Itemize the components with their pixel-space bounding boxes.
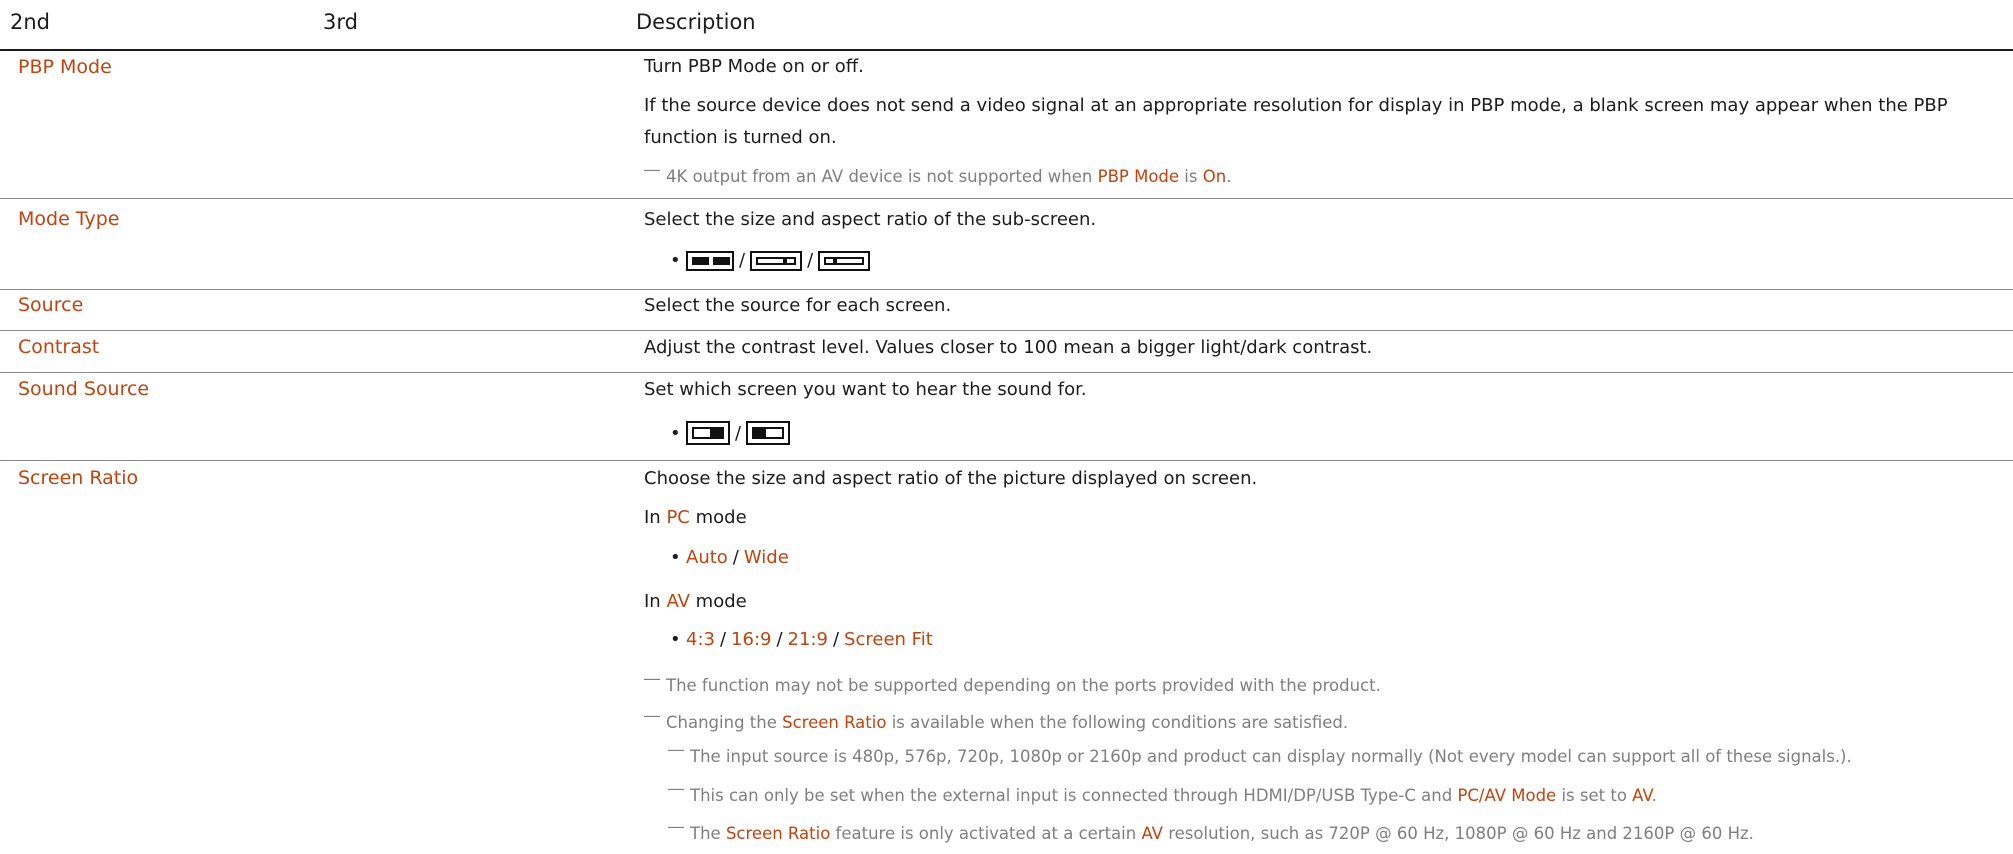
screen-ratio-subnote-2: ― This can only be set when the external … (668, 779, 1657, 805)
pc-link[interactable]: PC (666, 507, 689, 528)
screen-ratio-desc: Choose the size and aspect ratio of the … (644, 468, 1258, 489)
pbp-mode-desc: Turn PBP Mode on or off. (644, 56, 864, 77)
screen-ratio-subnote-1: ― The input source is 480p, 576p, 720p, 1… (668, 740, 1852, 766)
source-desc: Select the source for each screen. (644, 295, 952, 316)
option-wide[interactable]: Wide (744, 547, 789, 568)
av-mode-options: • 4:3 / 16:9 / 21:9 / Screen Fit (670, 629, 933, 650)
pc-mode-options: • Auto / Wide (670, 547, 789, 568)
screen-ratio-note-1: ― The function may not be supported depen… (644, 669, 1381, 695)
column-header-2nd: 2nd (10, 10, 51, 34)
setting-mode-type[interactable]: Mode Type (18, 208, 119, 230)
pc-av-mode-link[interactable]: PC/AV Mode (1457, 786, 1556, 805)
pbp-two-outline-icon[interactable] (750, 250, 803, 271)
setting-screen-ratio[interactable]: Screen Ratio (18, 467, 138, 489)
av-link[interactable]: AV (666, 591, 689, 612)
pbp-mode-link[interactable]: PBP Mode (1098, 167, 1179, 186)
option-4-3[interactable]: 4:3 (686, 629, 715, 650)
pc-mode-line: In PC mode (644, 507, 747, 528)
av-link[interactable]: AV (1632, 786, 1651, 805)
screen-ratio-note-2: ― Changing the Screen Ratio is available … (644, 706, 1349, 732)
option-16-9[interactable]: 16:9 (731, 629, 771, 650)
header-divider (0, 49, 2013, 51)
option-21-9[interactable]: 21:9 (788, 629, 828, 650)
pbp-small-left-icon[interactable] (818, 250, 871, 271)
on-link[interactable]: On (1203, 167, 1226, 186)
column-header-3rd: 3rd (323, 10, 358, 34)
screen-ratio-link[interactable]: Screen Ratio (726, 824, 830, 843)
sound-left-screen-icon[interactable] (746, 421, 791, 445)
screen-ratio-link[interactable]: Screen Ratio (782, 713, 886, 732)
setting-sound-source[interactable]: Sound Source (18, 378, 149, 400)
sound-source-options: • / (670, 421, 791, 445)
column-header-description: Description (636, 10, 756, 34)
screen-ratio-subnote-3: ― The Screen Ratio feature is only activa… (668, 817, 1754, 843)
setting-source[interactable]: Source (18, 294, 83, 316)
sound-source-desc: Set which screen you want to hear the so… (644, 379, 1087, 400)
av-link[interactable]: AV (1141, 824, 1163, 843)
option-screen-fit[interactable]: Screen Fit (844, 629, 933, 650)
sound-right-screen-icon[interactable] (686, 421, 730, 445)
mode-type-options: • / / (670, 250, 871, 271)
pbp-mode-desc-2a: If the source device does not send a vid… (644, 95, 1948, 116)
mode-type-desc: Select the size and aspect ratio of the … (644, 209, 1097, 230)
pbp-mode-note: ― 4K output from an AV device is not supp… (644, 160, 1232, 186)
row-divider (0, 460, 2013, 461)
pbp-two-filled-icon[interactable] (686, 250, 734, 271)
setting-contrast[interactable]: Contrast (18, 336, 99, 358)
pbp-mode-desc-2b: function is turned on. (644, 127, 837, 148)
contrast-desc: Adjust the contrast level. Values closer… (644, 337, 1373, 358)
setting-pbp-mode[interactable]: PBP Mode (18, 56, 112, 78)
row-divider (0, 198, 2013, 199)
note-marker: ― (644, 160, 660, 179)
row-divider (0, 289, 2013, 290)
av-mode-line: In AV mode (644, 591, 747, 612)
option-auto[interactable]: Auto (686, 547, 728, 568)
